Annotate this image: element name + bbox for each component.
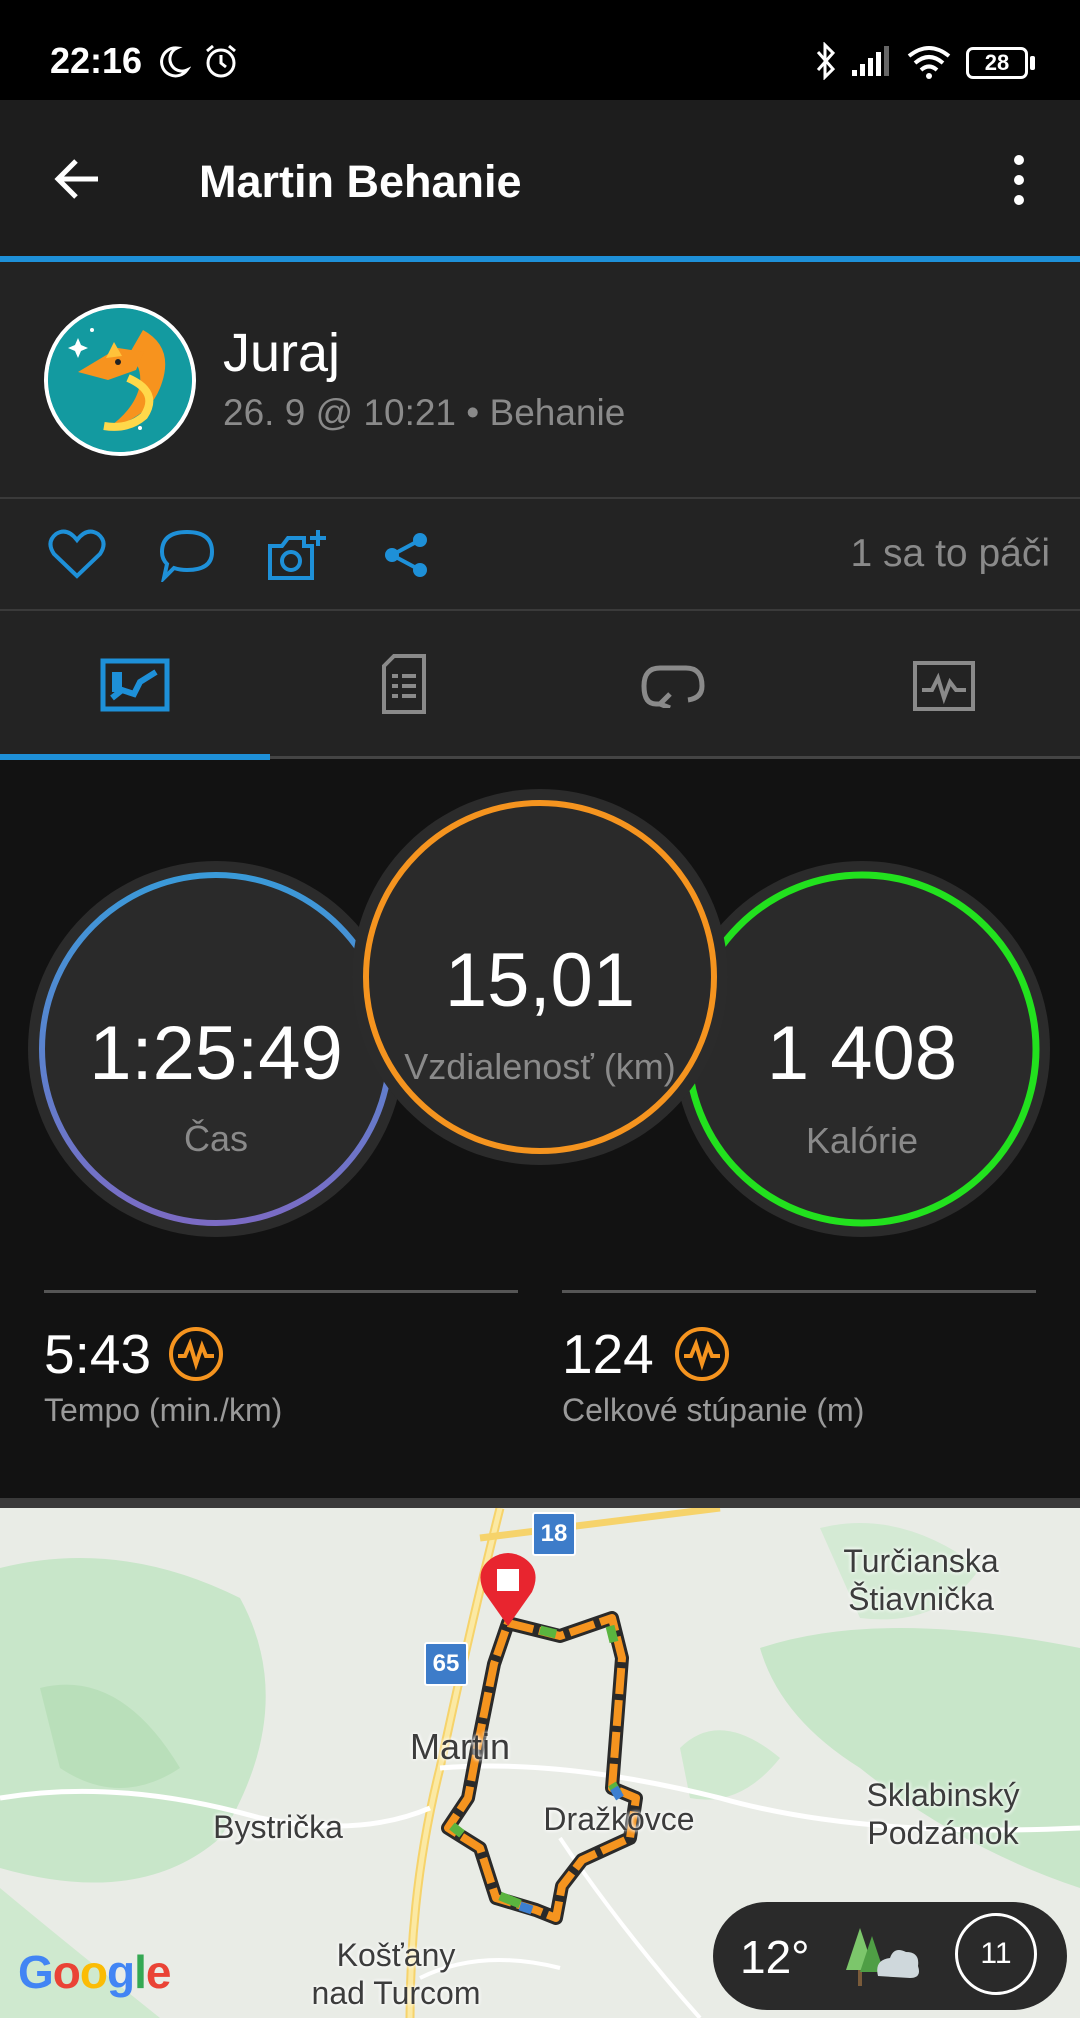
calories-label: Kalórie <box>805 1120 919 1161</box>
distance-label: Vzdialenosť (km) <box>404 1046 676 1087</box>
back-arrow-icon[interactable] <box>50 153 102 205</box>
distance-value: 15,01 <box>444 938 636 1023</box>
time-stat: 1:25:49 Čas <box>42 760 390 1240</box>
more-options-icon[interactable] <box>1005 152 1033 208</box>
heart-icon[interactable] <box>48 528 106 580</box>
battery-icon: 28 <box>966 47 1028 79</box>
avatar[interactable] <box>44 304 196 456</box>
road-18-badge: 18 <box>532 1512 576 1556</box>
battery-tip <box>1030 56 1035 70</box>
signal-icon <box>852 46 889 76</box>
user-name[interactable]: Juraj <box>223 322 340 384</box>
weather-aqi-indicator: 11 <box>955 1913 1037 1995</box>
place-sklabinsky-podzamok: Sklabinský Podzámok <box>866 1777 1020 1851</box>
map-separator <box>0 1498 1080 1508</box>
ascent-chart-icon[interactable] <box>674 1326 730 1382</box>
place-kostany-nad-turcom: Košťany nad Turcom <box>311 1937 481 2011</box>
pace-value: 5:43 <box>44 1323 152 1385</box>
pace-divider <box>44 1290 518 1293</box>
tab-details[interactable] <box>380 652 428 716</box>
activity-date-type: 26. 9 @ 10:21 • Behanie <box>223 392 626 433</box>
pace-label: Tempo (min./km) <box>44 1392 283 1428</box>
likes-count[interactable]: 1 sa to páči <box>851 532 1050 576</box>
place-bystricka: Bystrička <box>213 1809 343 1845</box>
calories-stat: 1 408 Kalórie <box>688 760 1036 1240</box>
calories-value: 1 408 <box>766 1011 958 1096</box>
add-photo-icon[interactable] <box>266 528 328 584</box>
finish-flag-marker-icon[interactable] <box>478 1550 538 1628</box>
weather-trees-cloud-icon <box>846 1928 919 1986</box>
dragon-avatar-icon <box>48 308 192 452</box>
distance-stat: 15,01 Vzdialenosť (km) <box>366 760 714 1240</box>
time-label: Čas <box>183 1118 249 1159</box>
app-bar <box>0 100 1080 258</box>
tab-laps[interactable] <box>640 664 706 708</box>
alarm-icon <box>206 44 236 78</box>
bluetooth-icon <box>816 42 836 80</box>
tab-summary[interactable] <box>100 658 170 712</box>
tab-charts[interactable] <box>912 660 976 712</box>
page-title: Martin Behanie <box>199 156 522 207</box>
place-martin: Martin <box>409 1726 511 1767</box>
share-icon[interactable] <box>382 530 432 580</box>
place-turcianska-stiavnicka: Turčianska Štiavnička <box>843 1543 999 1617</box>
weather-temperature: 12° <box>740 1931 810 1983</box>
ascent-divider <box>562 1290 1036 1293</box>
place-drazkovce: Dražkovce <box>543 1801 695 1837</box>
google-logo: Google <box>18 1946 171 1998</box>
comment-icon[interactable] <box>158 528 216 582</box>
pace-chart-icon[interactable] <box>168 1326 224 1382</box>
status-time: 22:16 <box>50 40 143 81</box>
road-65-badge: 65 <box>424 1642 468 1686</box>
time-value: 1:25:49 <box>89 1011 343 1096</box>
wifi-icon <box>907 46 951 79</box>
ascent-label: Celkové stúpanie (m) <box>562 1392 865 1428</box>
do-not-disturb-moon-icon <box>160 46 191 78</box>
ascent-value: 124 <box>562 1323 654 1385</box>
